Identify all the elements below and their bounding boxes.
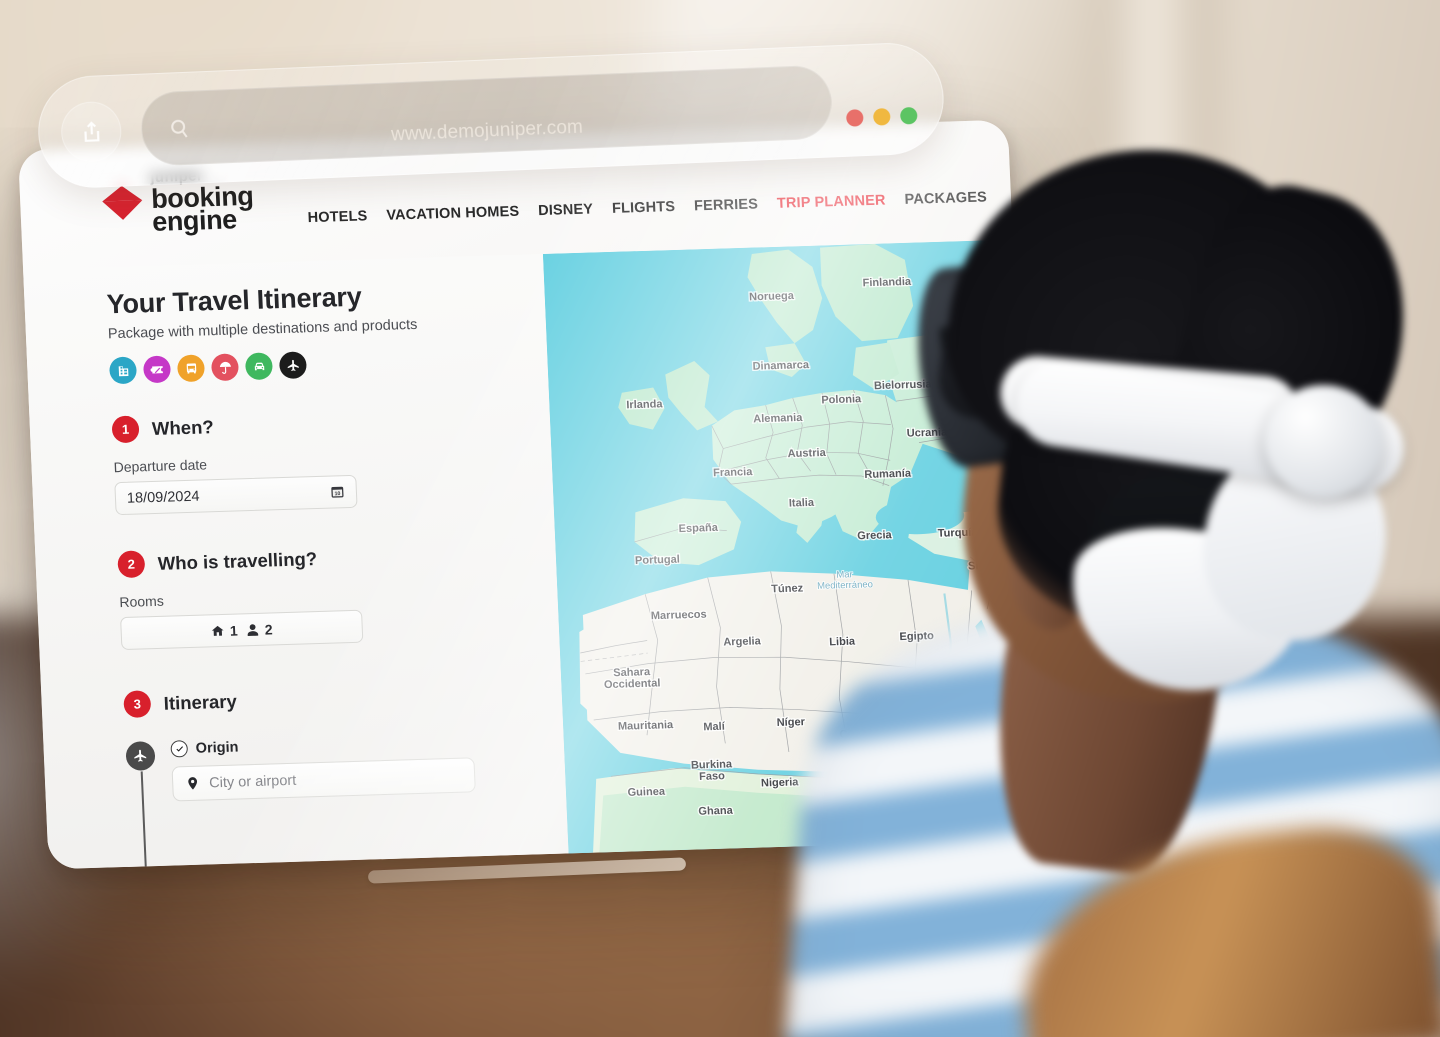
rooms-count-value: 1 — [229, 621, 239, 639]
timeline-connector — [140, 771, 150, 870]
transfer-bus-icon[interactable] — [176, 354, 206, 383]
url-search-bar[interactable]: www.demojuniper.com — [139, 64, 834, 167]
svg-text:10: 10 — [334, 491, 340, 497]
map-label-malí: Malí — [703, 721, 726, 734]
map-label-francia: Francia — [713, 466, 754, 479]
ticket-icon[interactable] — [142, 355, 172, 384]
map-label-grecia: Grecia — [857, 529, 893, 542]
step-itinerary: 3 Itinerary Origin City or airport — [123, 678, 566, 870]
departure-date-label: Departure date — [113, 456, 208, 476]
map-label-marruecos: Marruecos — [651, 609, 707, 623]
rooms-selector[interactable]: 1 2 — [120, 609, 364, 651]
rooms-label: Rooms — [119, 592, 165, 611]
map-label-libia: Libia — [829, 636, 856, 649]
itinerary-timeline: Origin City or airport Destination 1 Hot… — [125, 729, 565, 870]
page-title: Your Travel Itinerary — [106, 281, 363, 320]
map-label-siria: Siria — [968, 560, 993, 573]
departure-date-value: 18/09/2024 — [126, 488, 200, 507]
step-when: 1 When? Departure date 18/09/2024 10 — [111, 403, 553, 516]
map-label-rumanía: Rumanía — [864, 468, 912, 481]
product-type-icons — [108, 344, 548, 385]
step-title-who: Who is travelling? — [157, 547, 318, 574]
nav-item-trip-planner[interactable]: TRIP PLANNER — [777, 193, 886, 212]
nav-item-vacation-homes[interactable]: VACATION HOMES — [386, 204, 520, 224]
step-number-3: 3 — [123, 690, 152, 718]
person-icon — [247, 623, 259, 636]
step-title-itinerary: Itinerary — [163, 690, 238, 714]
home-icon — [212, 625, 224, 636]
nav-item-disney[interactable]: DISNEY — [538, 201, 594, 219]
map-label-argelia: Argelia — [723, 635, 762, 648]
plane-icon — [125, 741, 156, 771]
map-label-polonia: Polonia — [821, 393, 862, 406]
nav-item-ferries[interactable]: FERRIES — [694, 196, 759, 214]
map-label-mauritania: Mauritania — [618, 719, 675, 733]
map-label-bielorrusia: Bielorrusia — [874, 378, 933, 392]
guests-count-value: 2 — [264, 620, 273, 638]
nav-item-packages[interactable]: PACKAGES — [904, 189, 987, 207]
departure-date-input[interactable]: 18/09/2024 10 — [114, 474, 358, 516]
map-label-portugal: Portugal — [635, 554, 680, 567]
rooms-count-chip: 1 — [211, 622, 238, 639]
close-button[interactable] — [845, 108, 864, 127]
map-pin-icon — [188, 777, 198, 790]
map-label-finlandia: Finlandia — [862, 276, 912, 289]
calendar-icon[interactable]: 10 — [330, 484, 346, 499]
juniper-diamond-icon — [101, 183, 144, 224]
map-label-austria: Austria — [787, 447, 826, 460]
map-label-egipto: Egipto — [899, 630, 934, 643]
map-label-ghana: Ghana — [698, 805, 734, 818]
car-rental-icon[interactable] — [244, 352, 274, 381]
origin-leg: Origin City or airport — [170, 729, 565, 802]
main-navigation: HOTELS VACATION HOMES DISNEY FLIGHTS FER… — [307, 189, 987, 226]
map-label-irak: Irak — [996, 575, 1017, 588]
map-label-dinamarca: Dinamarca — [752, 359, 810, 373]
step-number-1: 1 — [111, 415, 140, 444]
map-label-guinea: Guinea — [627, 786, 666, 799]
map-label-españa: España — [678, 522, 719, 535]
map-label-italia: Italia — [789, 497, 816, 510]
url-text: www.demojuniper.com — [390, 116, 584, 146]
check-icon[interactable] — [170, 740, 189, 758]
nav-item-hotels[interactable]: HOTELS — [307, 208, 367, 226]
europe-africa-map[interactable]: Noruega Finlandia Dinamarca Irlanda Bielorru… — [542, 239, 1039, 854]
origin-placeholder: City or airport — [208, 772, 297, 791]
map-label-nigeria: Nigeria — [761, 776, 800, 789]
step-number-2: 2 — [117, 550, 146, 579]
map-panel[interactable]: Noruega Finlandia Dinamarca Irlanda Bielorru… — [542, 239, 1039, 854]
share-icon[interactable] — [60, 100, 123, 163]
origin-label: Origin — [195, 739, 239, 757]
flight-icon[interactable] — [278, 351, 308, 380]
map-label-irlanda: Irlanda — [626, 398, 664, 411]
browser-window: juniper booking engine HOTELS VACATION H… — [18, 119, 1039, 870]
minimize-button[interactable] — [872, 107, 891, 126]
map-label-ara-sau: AraSau — [1004, 638, 1026, 662]
step-title-when: When? — [151, 415, 215, 439]
nav-item-flights[interactable]: FLIGHTS — [612, 199, 676, 217]
map-label-turquía: Turquía — [938, 527, 979, 540]
map-label-sudán: Sudán — [911, 710, 946, 723]
map-label-ucrania: Ucrania — [906, 426, 948, 439]
maximize-button[interactable] — [899, 106, 918, 125]
map-label-túnez: Túnez — [771, 582, 804, 595]
guests-count-chip: 2 — [245, 620, 273, 638]
origin-input[interactable]: City or airport — [171, 757, 476, 802]
step-who-is-travelling: 2 Who is travelling? Rooms 1 2 — [117, 538, 559, 651]
map-label-chad: Chad — [839, 728, 867, 741]
map-label-níger: Níger — [776, 716, 805, 729]
map-label-alemania: Alemania — [753, 412, 803, 426]
hotel-icon[interactable] — [108, 356, 138, 385]
itinerary-form-panel: Your Travel Itinerary Package with multi… — [23, 254, 569, 870]
activity-umbrella-icon[interactable] — [210, 353, 240, 382]
map-label-noruega: Noruega — [749, 290, 795, 303]
traffic-light-controls — [845, 106, 918, 127]
